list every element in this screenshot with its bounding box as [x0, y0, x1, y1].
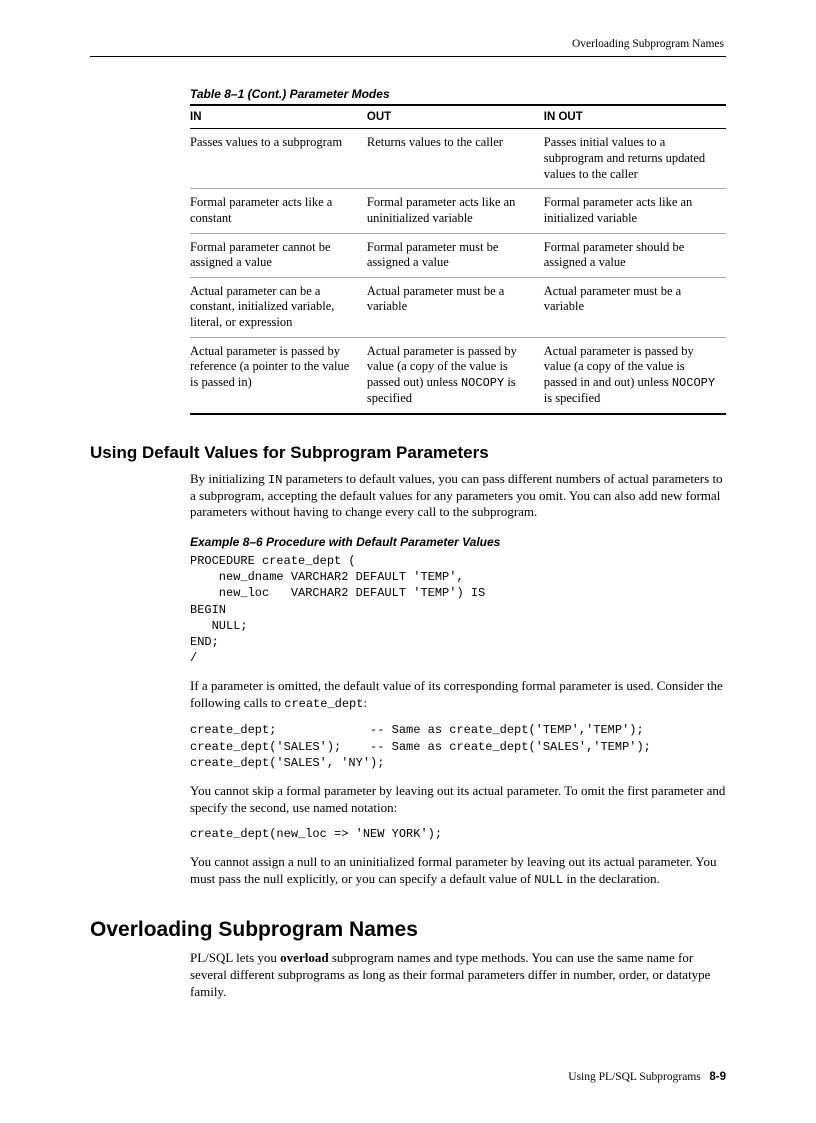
heading-default-values: Using Default Values for Subprogram Para… — [90, 443, 726, 463]
bold-text: overload — [280, 950, 328, 965]
example-caption: Example 8–6 Procedure with Default Param… — [190, 535, 726, 549]
page: Overloading Subprogram Names Table 8–1 (… — [0, 0, 816, 1123]
cell: Formal parameter acts like an uninitiali… — [367, 189, 544, 233]
footer-chapter: Using PL/SQL Subprograms — [568, 1071, 700, 1083]
parameter-modes-table: IN OUT IN OUT Passes values to a subprog… — [190, 104, 726, 415]
cell: Formal parameter acts like a constant — [190, 189, 367, 233]
text: PL/SQL lets you — [190, 950, 280, 965]
cell: Formal parameter cannot be assigned a va… — [190, 233, 367, 277]
table-row: Actual parameter is passed by reference … — [190, 337, 726, 413]
text: : — [363, 695, 367, 710]
inline-code: NULL — [534, 873, 563, 887]
inline-code: IN — [268, 473, 282, 487]
cell: Formal parameter should be assigned a va… — [544, 233, 726, 277]
inline-code: create_dept — [284, 697, 363, 711]
running-head: Overloading Subprogram Names — [90, 38, 726, 56]
table-caption: Table 8–1 (Cont.) Parameter Modes — [190, 87, 726, 101]
footer-page-number: 8-9 — [709, 1071, 726, 1083]
cell: Passes initial values to a subprogram an… — [544, 129, 726, 189]
cell: Actual parameter is passed by value (a c… — [544, 337, 726, 413]
text: If a parameter is omitted, the default v… — [190, 678, 723, 710]
table-row: Passes values to a subprogram Returns va… — [190, 129, 726, 189]
cell: Actual parameter can be a constant, init… — [190, 277, 367, 337]
paragraph: By initializing IN parameters to default… — [190, 471, 726, 522]
paragraph: You cannot skip a formal parameter by le… — [190, 783, 726, 816]
cell: Passes values to a subprogram — [190, 129, 367, 189]
paragraph: PL/SQL lets you overload subprogram name… — [190, 950, 726, 1000]
paragraph: If a parameter is omitted, the default v… — [190, 678, 726, 712]
paragraph: You cannot assign a null to an uninitial… — [190, 854, 726, 888]
cell: Formal parameter must be assigned a valu… — [367, 233, 544, 277]
text: By initializing — [190, 471, 268, 486]
table-row: Actual parameter can be a constant, init… — [190, 277, 726, 337]
col-header-in: IN — [190, 105, 367, 129]
cell: Actual parameter is passed by reference … — [190, 337, 367, 413]
table-row: Formal parameter cannot be assigned a va… — [190, 233, 726, 277]
heading-overloading: Overloading Subprogram Names — [90, 918, 726, 942]
col-header-out: OUT — [367, 105, 544, 129]
cell: Actual parameter is passed by value (a c… — [367, 337, 544, 413]
table-row: Formal parameter acts like a constant Fo… — [190, 189, 726, 233]
table-header-row: IN OUT IN OUT — [190, 105, 726, 129]
inline-code: NOCOPY — [672, 376, 715, 390]
section-body: PL/SQL lets you overload subprogram name… — [190, 950, 726, 1000]
cell: Formal parameter acts like an initialize… — [544, 189, 726, 233]
code-block: PROCEDURE create_dept ( new_dname VARCHA… — [190, 553, 726, 666]
cell: Actual parameter must be a variable — [367, 277, 544, 337]
cell: Actual parameter must be a variable — [544, 277, 726, 337]
col-header-inout: IN OUT — [544, 105, 726, 129]
cell: Returns values to the caller — [367, 129, 544, 189]
inline-code: NOCOPY — [461, 376, 504, 390]
section-body: By initializing IN parameters to default… — [190, 471, 726, 889]
text: in the declaration. — [563, 871, 660, 886]
cell-text: is specified — [544, 391, 601, 405]
page-footer: Using PL/SQL Subprograms 8-9 — [568, 1071, 726, 1083]
table-block: Table 8–1 (Cont.) Parameter Modes IN OUT… — [190, 87, 726, 415]
header-rule — [90, 56, 726, 57]
code-block: create_dept; -- Same as create_dept('TEM… — [190, 722, 726, 771]
code-block: create_dept(new_loc => 'NEW YORK'); — [190, 826, 726, 842]
